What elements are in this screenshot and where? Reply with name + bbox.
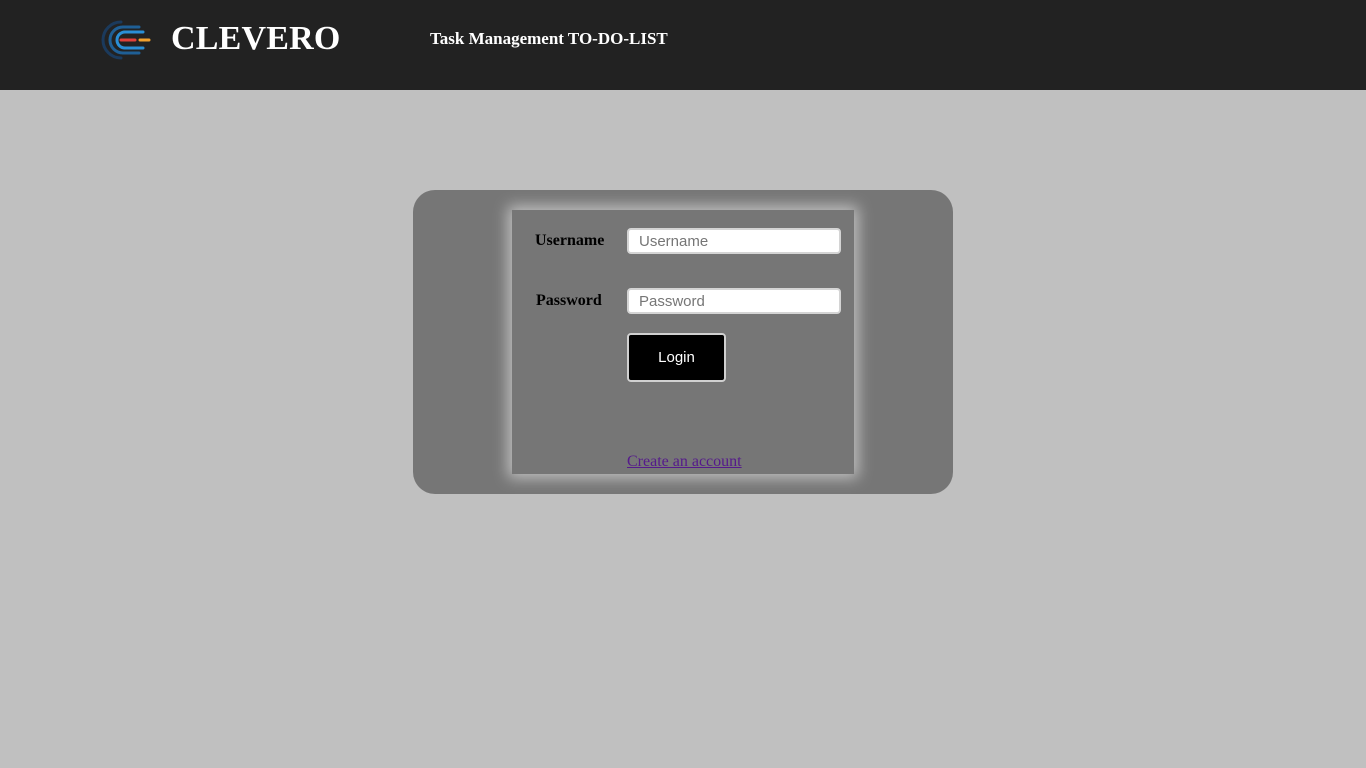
create-account-link[interactable]: Create an account: [627, 452, 742, 472]
username-label: Username: [535, 232, 605, 249]
top-header: CLEVERO Task Management TO-DO-LIST: [0, 0, 1366, 90]
brand-name: CLEVERO: [171, 20, 341, 57]
login-button[interactable]: Login: [627, 333, 726, 382]
clevero-logo-icon: [101, 20, 151, 60]
app-tagline: Task Management TO-DO-LIST: [430, 29, 668, 48]
password-label: Password: [536, 292, 602, 309]
password-input[interactable]: [627, 288, 841, 314]
username-input[interactable]: [627, 228, 841, 254]
